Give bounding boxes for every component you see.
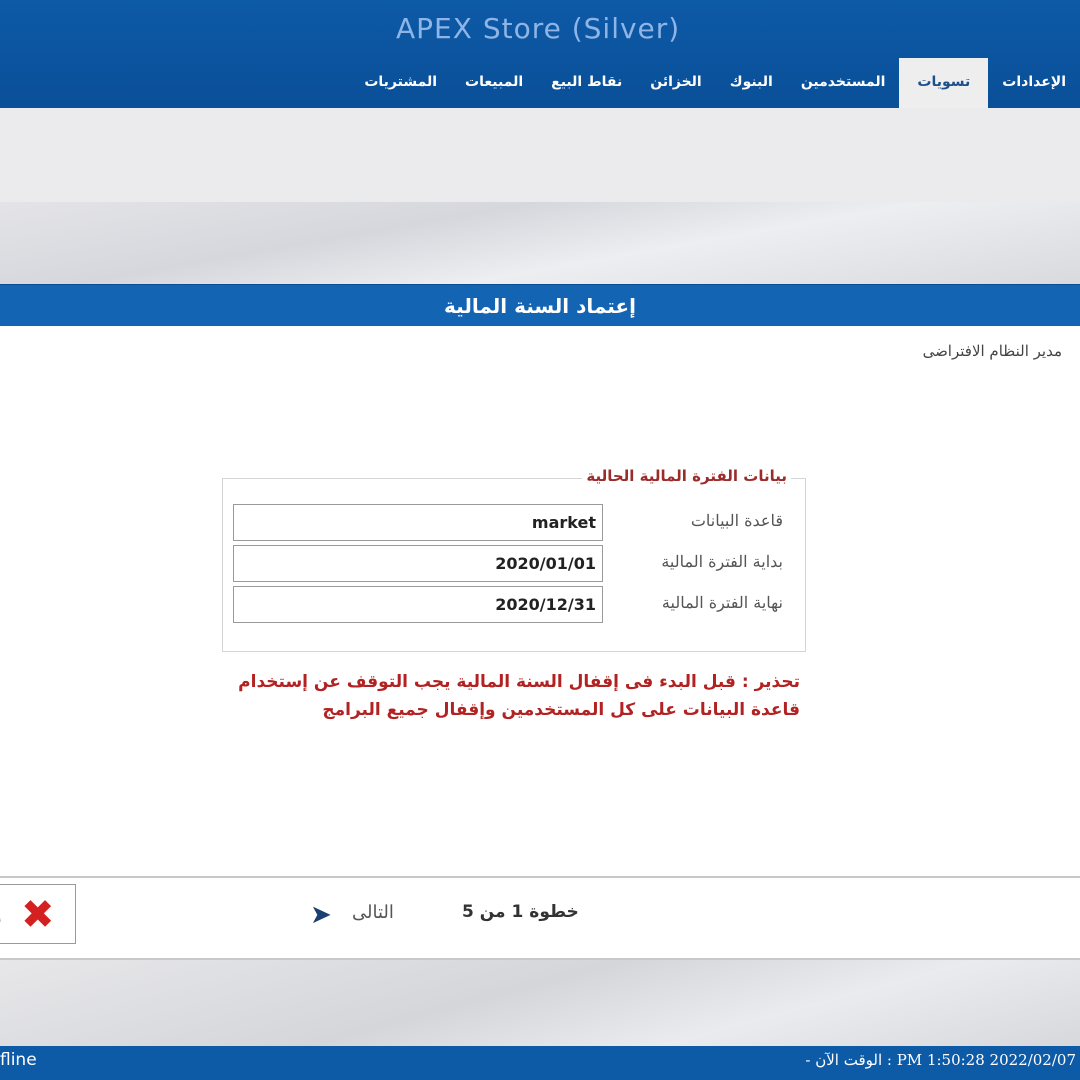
footer-decoration (0, 960, 1080, 1046)
end-date-label: نهاية الفترة المالية (661, 593, 783, 612)
step-indicator: خطوة 1 من 5 (462, 902, 579, 922)
database-field[interactable]: market (233, 504, 603, 541)
connection-status: fline (0, 1050, 37, 1070)
close-icon: ✖ (21, 892, 55, 938)
page-title: إعتماد السنة المالية (444, 294, 636, 318)
menu-settings[interactable]: الإعدادات (988, 58, 1080, 108)
fieldset-legend: بيانات الفترة المالية الحالية (582, 467, 791, 485)
current-user: مدير النظام الافتراضى (922, 342, 1062, 360)
menu-users[interactable]: المستخدمين (787, 58, 900, 108)
menu-purchases[interactable]: المشتريات (350, 58, 451, 108)
close-button[interactable]: إ ✖ (0, 884, 76, 944)
start-date-label: بداية الفترة المالية (661, 552, 783, 571)
start-date-row: 2020/01/01 بداية الفترة المالية (231, 544, 801, 582)
app-header: APEX Store (Silver) المشتريات المبيعات ن… (0, 0, 1080, 108)
ribbon-panel (0, 108, 1080, 202)
warning-message: تحذير : قبل البدء فى إقفال السنة المالية… (238, 672, 800, 720)
menu-settlements[interactable]: تسويات (899, 58, 989, 108)
database-label: قاعدة البيانات (690, 511, 783, 530)
menu-banks[interactable]: البنوك (716, 58, 787, 108)
close-button-label: إ (0, 903, 1, 922)
fiscal-period-fieldset: بيانات الفترة المالية الحالية market قاع… (222, 467, 806, 652)
menu-sales[interactable]: المبيعات (451, 58, 537, 108)
next-button[interactable]: التالى (352, 902, 394, 923)
start-date-field[interactable]: 2020/01/01 (233, 545, 603, 582)
page-title-bar: إعتماد السنة المالية (0, 284, 1080, 326)
database-row: market قاعدة البيانات (231, 503, 801, 541)
status-bar: fline PM 1:50:28 2022/02/07 : الوقت الآن… (0, 1046, 1080, 1080)
end-date-row: 2020/12/31 نهاية الفترة المالية (231, 585, 801, 623)
menu-pos[interactable]: نقاط البيع (537, 58, 636, 108)
ribbon-decoration (0, 202, 1080, 284)
chevron-right-icon[interactable]: ➤ (310, 900, 332, 930)
app-title: APEX Store (Silver) (396, 12, 681, 45)
end-date-field[interactable]: 2020/12/31 (233, 586, 603, 623)
main-menu: المشتريات المبيعات نقاط البيع الخزائن ال… (350, 58, 1080, 108)
current-time: PM 1:50:28 2022/02/07 : الوقت الآن - (805, 1051, 1076, 1069)
menu-treasuries[interactable]: الخزائن (636, 58, 716, 108)
